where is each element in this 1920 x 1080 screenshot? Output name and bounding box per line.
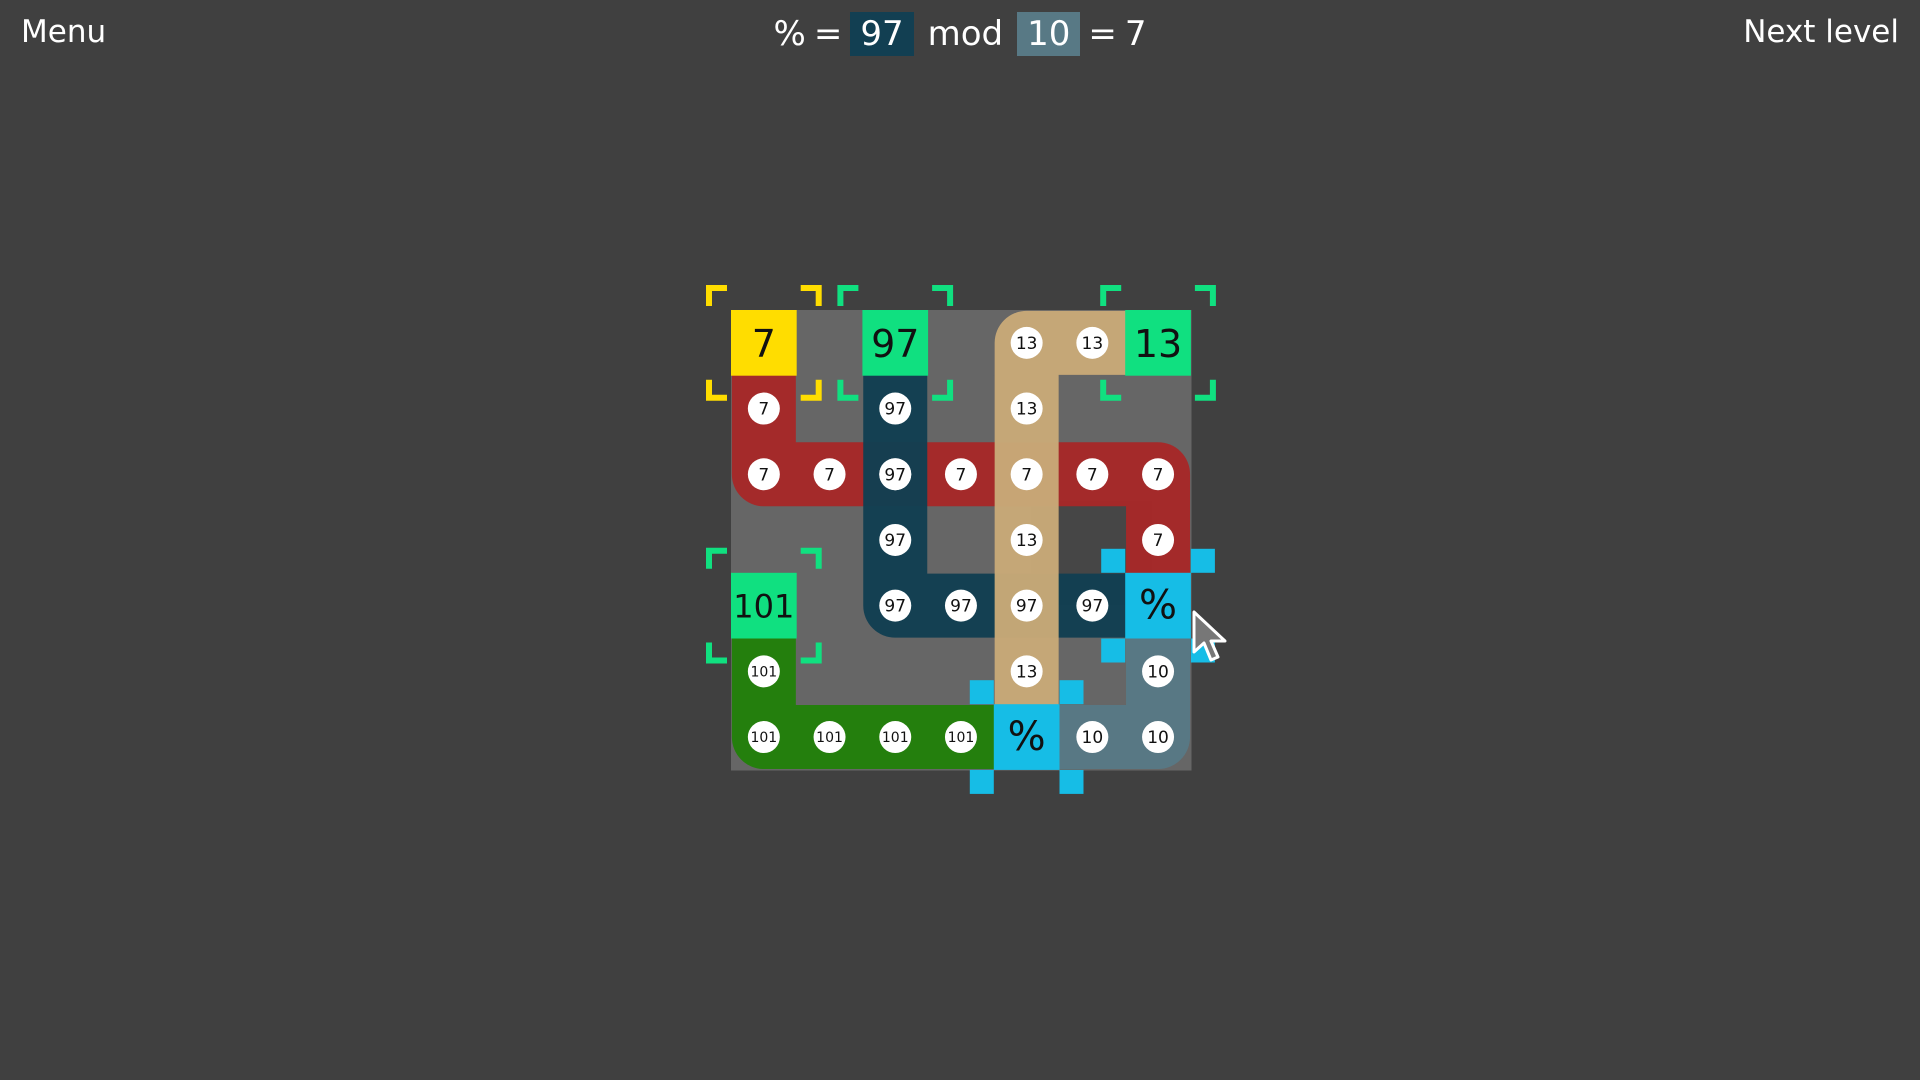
marker-label: 97 [884, 400, 906, 420]
path-101-marker: 101 [747, 721, 780, 754]
marker-label: 13 [1016, 400, 1038, 420]
path-13-marker: 13 [1010, 523, 1043, 556]
marker-label: 101 [750, 730, 777, 746]
operator-tile-label: % [1008, 714, 1046, 760]
marker-label: 10 [1147, 662, 1169, 682]
grid-cell[interactable] [796, 507, 863, 574]
source-tile-label: 13 [1134, 322, 1182, 366]
operator-corner [969, 680, 994, 705]
grid-cell[interactable] [928, 507, 995, 574]
corner-bracket [706, 379, 727, 401]
corner-bracket [706, 285, 727, 306]
marker-label: 97 [1082, 597, 1104, 617]
path-10-marker: 10 [1076, 721, 1109, 754]
path-97-marker: 97 [879, 523, 912, 556]
operator-tile-1[interactable]: % [993, 704, 1060, 770]
corner-bracket [932, 285, 954, 306]
corner-bracket [706, 547, 727, 569]
marker-label: 10 [1082, 728, 1104, 748]
marker-label: 10 [1147, 728, 1169, 748]
grid-cell[interactable] [862, 638, 929, 705]
path-97-marker: 97 [944, 589, 977, 622]
marker-label: 97 [1016, 597, 1038, 617]
corner-bracket [837, 285, 859, 306]
path-13-marker: 13 [1010, 326, 1043, 359]
path-101-marker: 101 [944, 721, 977, 754]
path-10-marker: 10 [1142, 721, 1175, 754]
source-tile-13[interactable]: 13 [1125, 310, 1191, 376]
operator-corner [1101, 638, 1126, 663]
marker-label: 97 [884, 597, 906, 617]
path-101-marker: 101 [813, 721, 846, 754]
marker-label: 7 [956, 465, 967, 485]
operator-corner [1059, 680, 1084, 705]
path-7-marker: 7 [813, 458, 846, 491]
marker-label: 13 [1082, 334, 1104, 354]
path-7-marker: 7 [1010, 458, 1043, 491]
path-97-marker: 97 [879, 392, 912, 425]
operator-corner [969, 769, 994, 794]
marker-label: 7 [758, 400, 769, 420]
path-10-marker: 10 [1142, 655, 1175, 688]
corner-bracket [1194, 285, 1216, 306]
marker-label: 97 [884, 465, 906, 485]
operator-corner [1059, 769, 1084, 794]
source-tile-label: 97 [871, 322, 919, 366]
path-7-marker: 7 [747, 392, 780, 425]
operator-corner [1190, 548, 1215, 573]
marker-label: 7 [1153, 465, 1164, 485]
corner-bracket [1100, 285, 1122, 306]
corner-bracket [706, 642, 727, 664]
corner-bracket [800, 285, 822, 306]
mouse-cursor-icon [1192, 610, 1227, 662]
corner-bracket [1194, 379, 1216, 401]
source-tile-7[interactable]: 7 [731, 310, 797, 376]
grid-cell[interactable] [1125, 375, 1192, 442]
path-13-marker: 13 [1010, 655, 1043, 688]
path-7-marker: 7 [1142, 523, 1175, 556]
marker-label: 101 [882, 730, 909, 746]
path-97-marker: 97 [879, 458, 912, 491]
marker-label: 13 [1016, 334, 1038, 354]
path-13-marker: 13 [1010, 392, 1043, 425]
operator-tile-0[interactable]: % [1125, 572, 1191, 639]
marker-label: 13 [1016, 662, 1038, 682]
source-tile-97[interactable]: 97 [862, 310, 929, 376]
grid-cell[interactable] [1059, 375, 1126, 442]
path-13-marker: 13 [1076, 326, 1109, 359]
grid-cell[interactable] [796, 638, 863, 705]
operator-corner [1101, 548, 1126, 573]
path-7-marker: 7 [1076, 458, 1109, 491]
grid-cell[interactable] [928, 375, 995, 442]
path-97-marker: 97 [879, 589, 912, 622]
operator-tile-label: % [1139, 583, 1177, 629]
path-7-marker: 7 [747, 458, 780, 491]
source-tile-101[interactable]: 101 [731, 572, 797, 639]
source-tile-label: 101 [733, 588, 794, 626]
grid-cell[interactable] [731, 507, 798, 574]
grid-cell[interactable] [928, 310, 995, 377]
path-97-marker: 97 [1076, 589, 1109, 622]
grid-cell[interactable] [796, 572, 863, 640]
marker-label: 7 [758, 465, 769, 485]
path-7-marker: 7 [944, 458, 977, 491]
marker-label: 13 [1016, 531, 1038, 551]
source-tile-label: 7 [752, 322, 776, 366]
marker-label: 101 [750, 664, 777, 680]
marker-label: 101 [948, 730, 975, 746]
marker-label: 97 [950, 597, 972, 617]
path-97-marker: 97 [1010, 589, 1043, 622]
game-board[interactable]: 7 7 7 7 7 7 7 7 7 97 97 97 97 97 97 97 13 13 13 13 13 101 101 1… [0, 0, 1920, 1080]
grid-cell[interactable] [796, 375, 863, 442]
marker-label: 7 [1087, 465, 1098, 485]
marker-label: 7 [824, 465, 835, 485]
path-101-marker: 101 [879, 721, 912, 754]
marker-label: 7 [1021, 465, 1032, 485]
grid-cell[interactable] [796, 310, 863, 377]
path-7-marker: 7 [1142, 458, 1175, 491]
marker-label: 7 [1153, 531, 1164, 551]
marker-label: 101 [816, 730, 843, 746]
path-101-marker: 101 [747, 655, 780, 688]
marker-label: 97 [884, 531, 906, 551]
